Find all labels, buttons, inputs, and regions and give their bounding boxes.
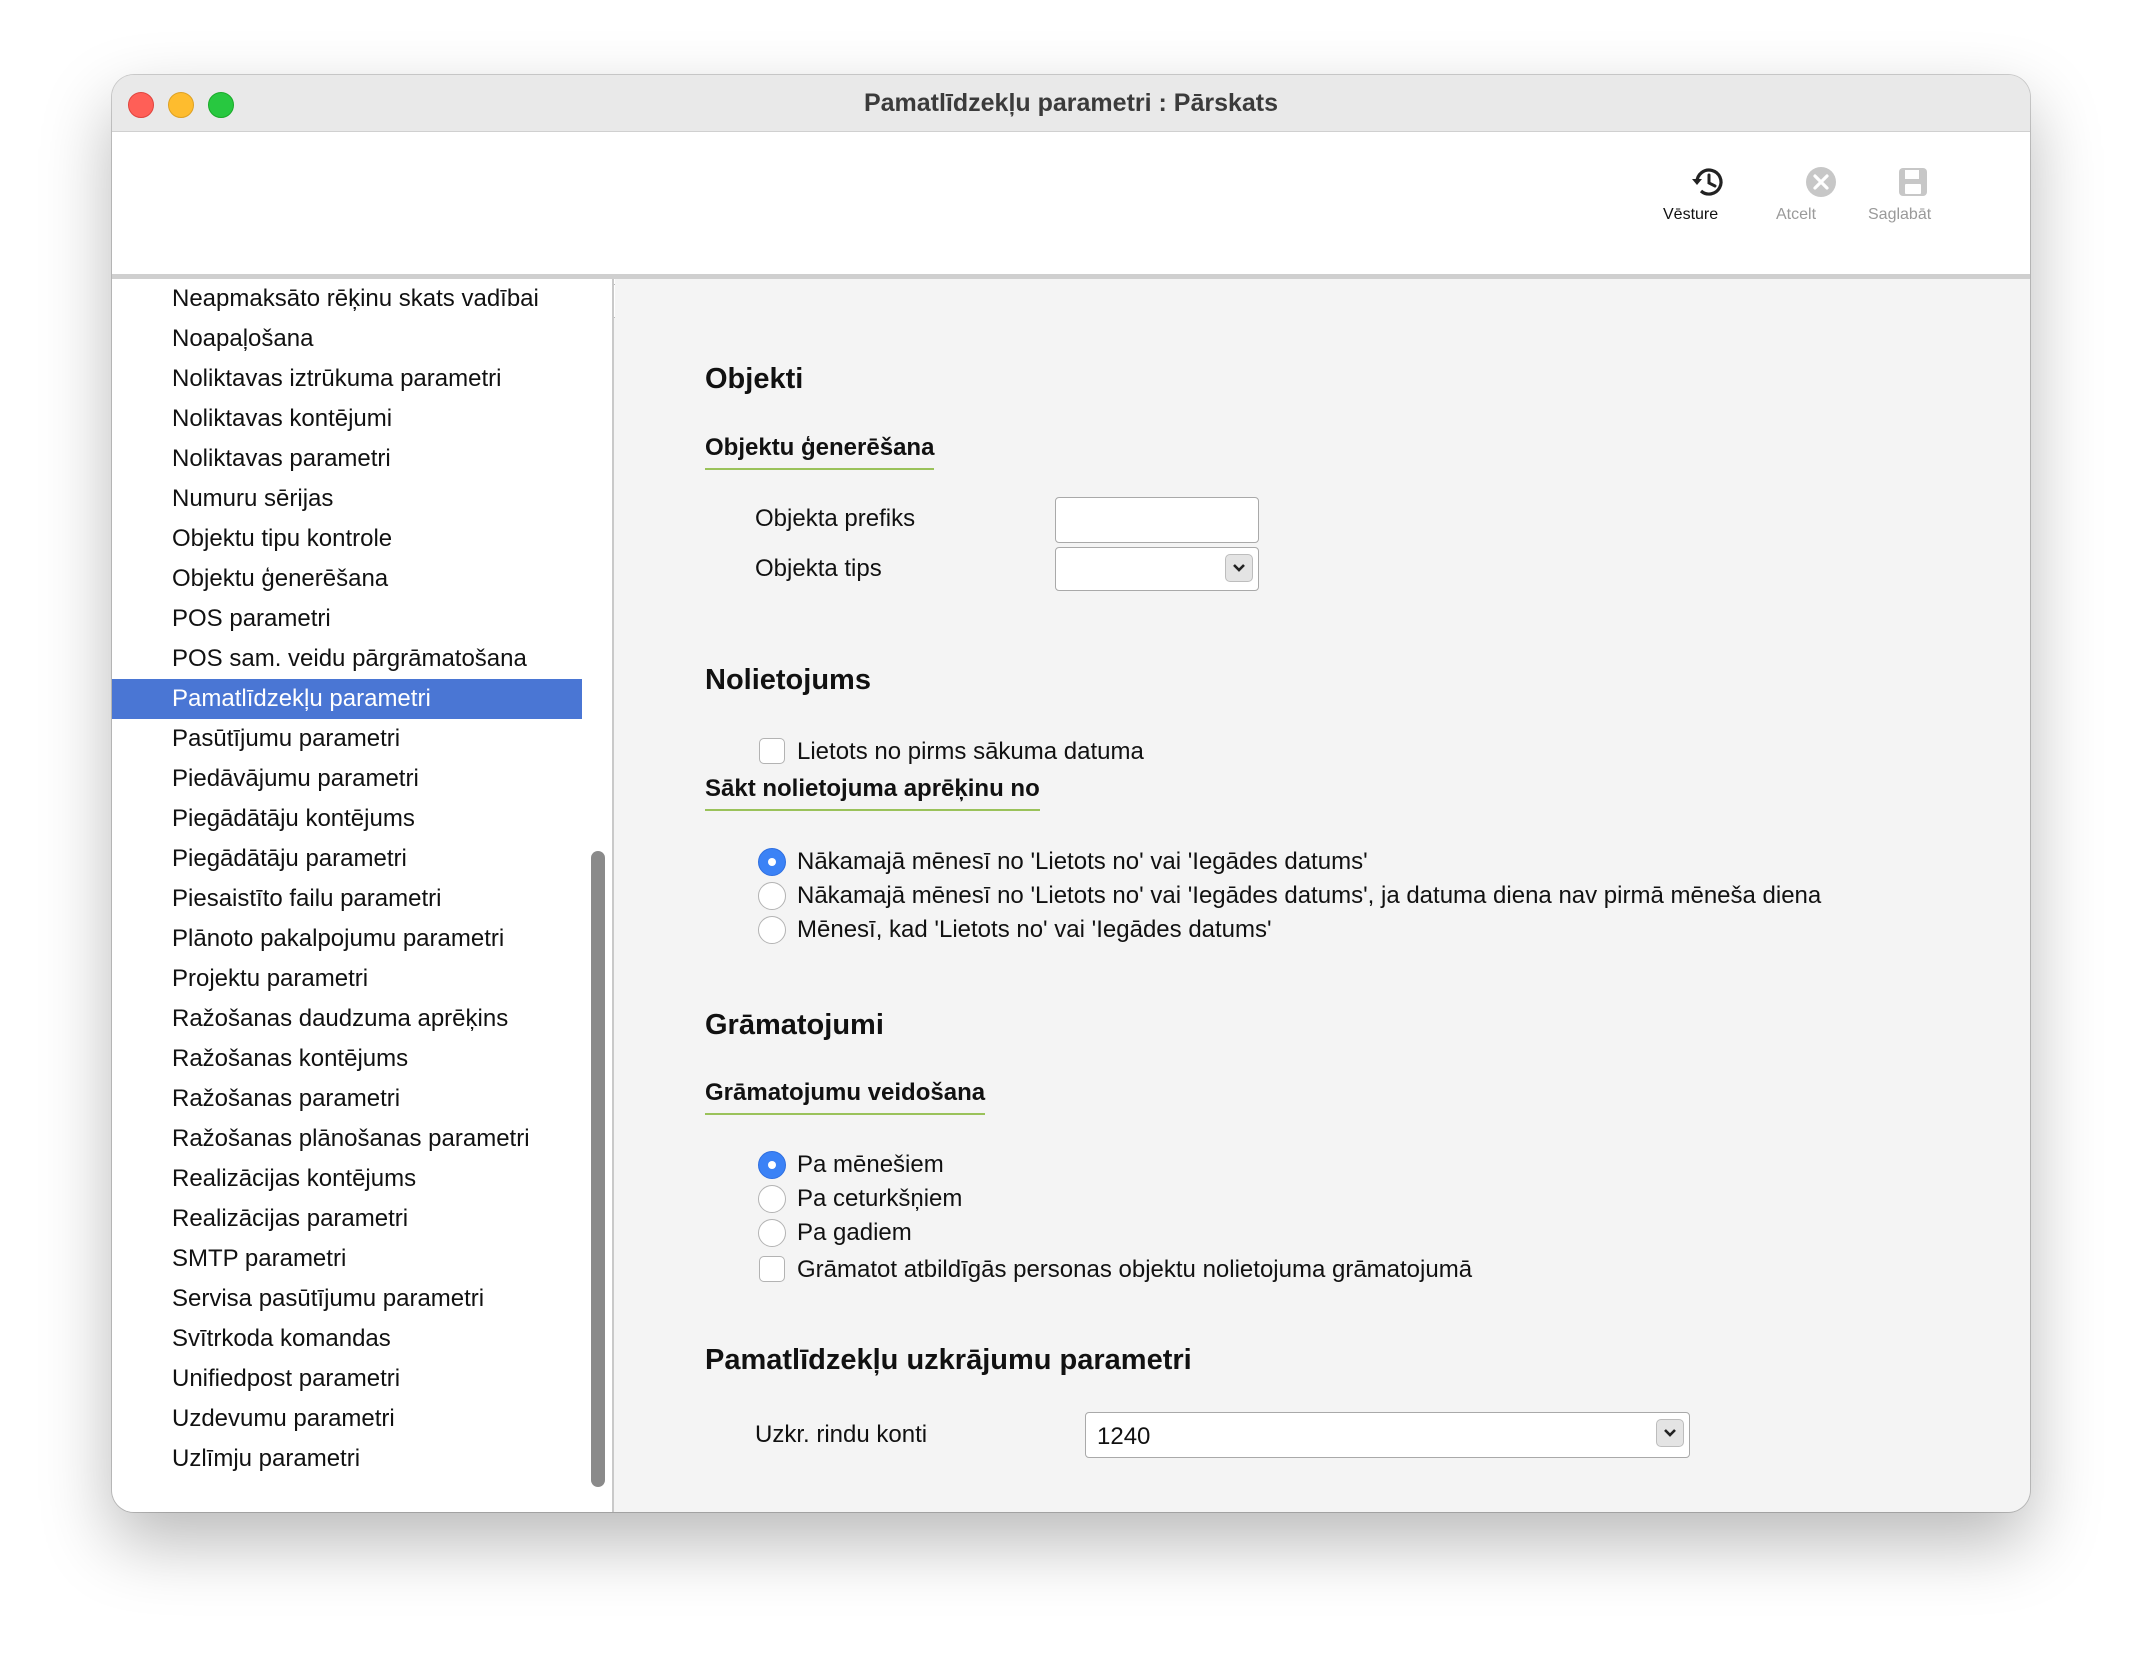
save-icon [1899, 168, 1927, 196]
sidebar-item[interactable]: Unifiedpost parametri [112, 1359, 582, 1399]
objektu-generesana-heading: Objektu ģenerēšana [705, 434, 935, 470]
object-prefix-label: Objekta prefiks [755, 505, 916, 532]
object-type-select[interactable] [1055, 547, 1259, 591]
sidebar-item[interactable]: Piesaistīto failu parametri [112, 879, 582, 919]
objekti-heading: Objekti [705, 363, 804, 395]
app-window: Pamatlīdzekļu parametri : Pārskats Vēstu… [112, 75, 2030, 1512]
sidebar-item[interactable]: Noliktavas kontējumi [112, 399, 582, 439]
accrual-accounts-label: Uzkr. rindu konti [755, 1421, 928, 1448]
sidebar-item[interactable]: Uzdevumu parametri [112, 1399, 582, 1439]
sidebar-item[interactable]: Piedāvājumu parametri [112, 759, 582, 799]
title-bar: Pamatlīdzekļu parametri : Pārskats [112, 75, 2030, 132]
sidebar: Naudas plūsmas vadības parametriNeapmaks… [112, 279, 614, 1512]
sidebar-scroll-thumb[interactable] [591, 851, 605, 1487]
sidebar-item[interactable]: Plānoto pakalpojumu parametri [112, 919, 582, 959]
sidebar-item[interactable]: Neapmaksāto rēķinu skats vadībai [112, 279, 582, 319]
window-title: Pamatlīdzekļu parametri : Pārskats [863, 89, 1279, 117]
sidebar-item[interactable]: Noliktavas parametri [112, 439, 582, 479]
posting-option-label-1: Pa mēnešiem [797, 1151, 944, 1178]
chevron-down-icon [1664, 1429, 1676, 1437]
start-option-radio-2[interactable] [758, 882, 786, 910]
responsible-person-checkbox[interactable] [759, 1256, 785, 1282]
posting-option-radio-2[interactable] [758, 1185, 786, 1213]
start-option-radio-1[interactable] [758, 848, 786, 876]
object-type-dropdown-button[interactable] [1225, 554, 1253, 582]
start-option-radio-3[interactable] [758, 916, 786, 944]
uzkrajumi-heading: Pamatlīdzekļu uzkrājumu parametri [705, 1344, 1192, 1376]
start-option-label-3: Mēnesī, kad 'Lietots no' vai 'Iegādes da… [797, 916, 1272, 943]
sidebar-item[interactable]: Ražošanas plānošanas parametri [112, 1119, 582, 1159]
sidebar-item[interactable]: Projektu parametri [112, 959, 582, 999]
posting-option-label-3: Pa gadiem [797, 1219, 912, 1246]
sidebar-item[interactable]: Pasūtījumu parametri [112, 719, 582, 759]
history-icon [1692, 168, 1723, 196]
history-button[interactable]: Vēsture [1663, 162, 1753, 223]
posting-option-label-2: Pa ceturkšņiem [797, 1185, 963, 1212]
history-label: Vēsture [1663, 206, 1719, 223]
sidebar-item[interactable]: Piegādātāju kontējums [112, 799, 582, 839]
sidebar-item[interactable]: Realizācijas kontējums [112, 1159, 582, 1199]
accrual-accounts-value: 1240 [1097, 1423, 1151, 1450]
sidebar-list: Naudas plūsmas vadības parametriNeapmaks… [112, 279, 582, 1479]
used-before-start-label: Lietots no pirms sākuma datuma [797, 738, 1144, 765]
nolietojums-heading: Nolietojums [705, 664, 871, 696]
start-option-label-1: Nākamajā mēnesī no 'Lietots no' vai 'Ieg… [797, 848, 1368, 875]
sidebar-item[interactable]: Ražošanas parametri [112, 1079, 582, 1119]
sidebar-item[interactable]: Objektu tipu kontrole [112, 519, 582, 559]
sidebar-item[interactable]: POS parametri [112, 599, 582, 639]
gramatojumu-veidosana-heading: Grāmatojumu veidošana [705, 1079, 986, 1115]
sidebar-item[interactable]: Noliktavas iztrūkuma parametri [112, 359, 582, 399]
start-option-label-2: Nākamajā mēnesī no 'Lietots no' vai 'Ieg… [797, 882, 1822, 909]
posting-option-radio-1[interactable] [758, 1151, 786, 1179]
sidebar-item[interactable]: Numuru sērijas [112, 479, 582, 519]
sidebar-item[interactable]: SMTP parametri [112, 1239, 582, 1279]
accrual-accounts-select[interactable]: 1240 [1085, 1412, 1690, 1458]
sidebar-item[interactable]: Ražošanas kontējums [112, 1039, 582, 1079]
gramatojumi-heading: Grāmatojumi [705, 1009, 884, 1041]
cancel-button[interactable]: Atcelt [1776, 162, 1866, 223]
object-type-label: Objekta tips [755, 555, 882, 582]
settings-panel: Objekti Objektu ģenerēšana Objekta prefi… [615, 279, 2030, 1512]
posting-option-radio-3[interactable] [758, 1219, 786, 1247]
used-before-start-checkbox[interactable] [759, 738, 785, 764]
sidebar-item[interactable]: Noapaļošana [112, 319, 582, 359]
save-button[interactable]: Saglabāt [1868, 162, 1958, 223]
object-prefix-input[interactable] [1055, 497, 1259, 543]
responsible-person-label: Grāmatot atbildīgās personas objektu nol… [797, 1256, 1473, 1283]
sidebar-item[interactable]: Pamatlīdzekļu parametri [112, 679, 582, 719]
sidebar-item[interactable]: Ražošanas daudzuma aprēķins [112, 999, 582, 1039]
toolbar: Vēsture Atcelt Saglabāt [112, 132, 2030, 319]
cancel-icon [1806, 167, 1836, 197]
sidebar-item[interactable]: Piegādātāju parametri [112, 839, 582, 879]
chevron-down-icon [1233, 564, 1245, 572]
save-label: Saglabāt [1868, 206, 1932, 223]
sidebar-item[interactable]: Uzlīmju parametri [112, 1439, 582, 1479]
sidebar-item[interactable]: Realizācijas parametri [112, 1199, 582, 1239]
cancel-label: Atcelt [1776, 206, 1817, 223]
sidebar-item[interactable]: Svītrkoda komandas [112, 1319, 582, 1359]
sidebar-item[interactable]: POS sam. veidu pārgrāmatošana [112, 639, 582, 679]
sidebar-item[interactable]: Objektu ģenerēšana [112, 559, 582, 599]
accrual-accounts-dropdown-button[interactable] [1656, 1419, 1684, 1447]
sidebar-item[interactable]: Servisa pasūtījumu parametri [112, 1279, 582, 1319]
start-depreciation-heading: Sākt nolietojuma aprēķinu no [705, 775, 1040, 811]
